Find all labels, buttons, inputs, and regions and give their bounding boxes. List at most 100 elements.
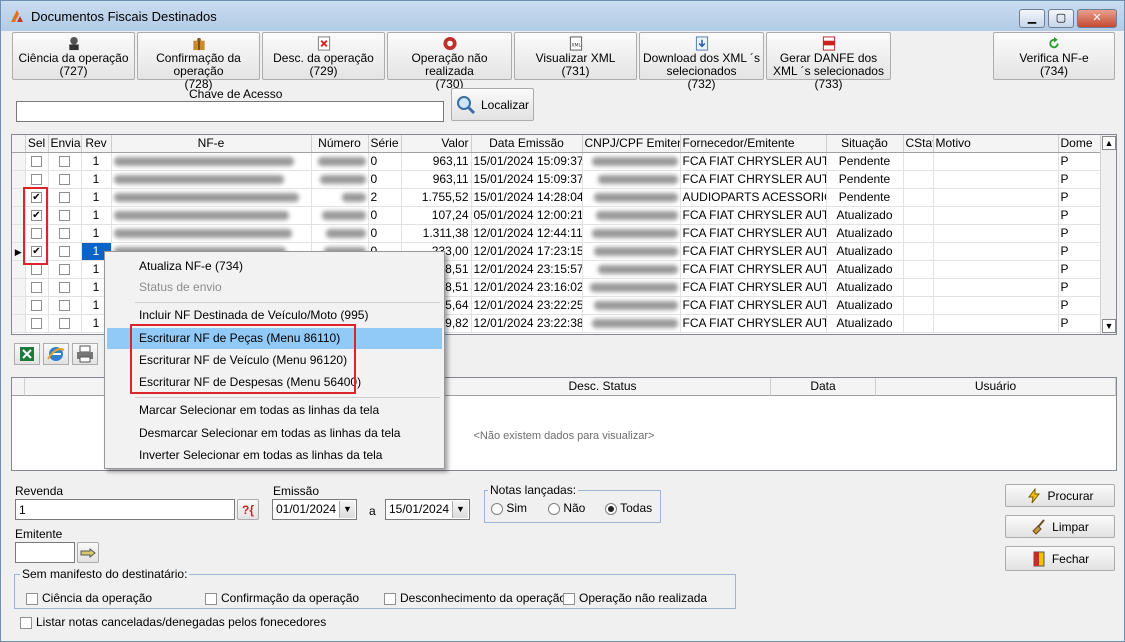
col-header[interactable]: Motivo <box>933 135 1059 153</box>
gerar-danfe-button[interactable]: Gerar DANFE dos XML ´s selecionados (733… <box>766 32 891 91</box>
sel-checkbox[interactable] <box>31 264 42 276</box>
revenda-input[interactable] <box>15 499 235 520</box>
col-header[interactable]: Valor <box>401 135 472 153</box>
manifesto-ciencia-checkbox[interactable]: Ciência da operação <box>26 591 152 605</box>
minimize-button[interactable]: ▁ <box>1019 9 1045 28</box>
enviar-cell[interactable] <box>48 314 82 333</box>
sel-cell[interactable] <box>25 170 49 189</box>
col-header[interactable]: CStat <box>903 135 934 153</box>
enviar-cell[interactable] <box>48 188 82 207</box>
manifesto-nao-realizada-checkbox[interactable]: Operação não realizada <box>563 591 707 605</box>
cnpj-cell <box>582 188 681 207</box>
table-row[interactable]: ✔ 1 0 107,24 05/01/2024 12:00:21 FCA FIAT CHR… <box>12 206 1103 225</box>
enviar-checkbox[interactable] <box>59 318 70 330</box>
sel-cell[interactable] <box>25 296 49 315</box>
menu-item-inverter-selecao[interactable]: Inverter Selecionar em todas as linhas d… <box>107 445 442 466</box>
visualizar-xml-button[interactable]: XML Visualizar XML (731) <box>514 32 637 80</box>
emitente-lookup-button[interactable] <box>77 542 99 563</box>
enviar-checkbox[interactable] <box>59 264 70 276</box>
sel-checkbox[interactable] <box>31 156 42 168</box>
col-header[interactable]: Rev <box>81 135 112 153</box>
data-emissao-cell: 12/01/2024 23:15:57 <box>471 260 583 279</box>
menu-item-marcar-todas[interactable]: Marcar Selecionar em todas as linhas da … <box>107 400 442 421</box>
revenda-lookup-button[interactable]: ?{ <box>237 499 259 520</box>
limpar-button[interactable]: Limpar <box>1005 515 1115 538</box>
table-row[interactable]: 1 0 963,11 15/01/2024 15:09:37 FCA FIAT CHRY… <box>12 170 1103 189</box>
enviar-checkbox[interactable] <box>59 246 70 258</box>
scroll-down-arrow-icon[interactable]: ▼ <box>1102 319 1116 333</box>
emitente-input[interactable] <box>15 542 75 563</box>
table-row[interactable]: 1 0 1.311,38 12/01/2024 12:44:11 FCA FIAT CH… <box>12 224 1103 243</box>
fechar-button[interactable]: Fechar <box>1005 546 1115 571</box>
col-header[interactable]: Número <box>311 135 369 153</box>
menu-item-atualiza-nfe[interactable]: Atualiza NF-e (734) <box>107 256 442 277</box>
col-header[interactable]: Enviar <box>48 135 82 153</box>
scroll-up-arrow-icon[interactable]: ▲ <box>1102 136 1116 150</box>
enviar-cell[interactable] <box>48 242 82 261</box>
listar-canceladas-checkbox[interactable]: Listar notas canceladas/denegadas pelos … <box>20 615 326 629</box>
col-header[interactable]: Fornecedor/Emitente <box>680 135 827 153</box>
sel-checkbox[interactable] <box>31 318 42 330</box>
enviar-cell[interactable] <box>48 224 82 243</box>
print-button[interactable] <box>72 343 98 365</box>
enviar-checkbox[interactable] <box>59 282 70 294</box>
menu-item-desmarcar-todas[interactable]: Desmarcar Selecionar em todas as linhas … <box>107 423 442 444</box>
data-emissao-cell: 12/01/2024 23:22:25 <box>471 296 583 315</box>
chave-acesso-input[interactable] <box>16 101 444 122</box>
download-xml-button[interactable]: Download dos XML ´s selecionados (732) <box>639 32 764 91</box>
enviar-cell[interactable] <box>48 260 82 279</box>
sel-cell[interactable] <box>25 152 49 171</box>
col-header[interactable]: Data Emissão <box>471 135 583 153</box>
enviar-cell[interactable] <box>48 170 82 189</box>
enviar-cell[interactable] <box>48 152 82 171</box>
procurar-button[interactable]: Procurar <box>1005 484 1115 507</box>
localizar-button[interactable]: Localizar <box>451 88 534 121</box>
export-excel-button[interactable] <box>14 343 40 365</box>
col-header[interactable]: Série <box>368 135 402 153</box>
table-row[interactable]: 1 0 963,11 15/01/2024 15:09:37 FCA FIAT CHRY… <box>12 152 1103 171</box>
col-header[interactable]: CNPJ/CPF Emitente <box>582 135 681 153</box>
emissao-from-select[interactable]: 01/01/2024 ▼ <box>272 499 357 520</box>
maximize-button[interactable]: ▢ <box>1048 9 1074 28</box>
sel-checkbox[interactable] <box>31 300 42 312</box>
radio-nao[interactable]: Não <box>548 501 585 515</box>
col-header[interactable]: Sel <box>25 135 49 153</box>
sel-checkbox[interactable] <box>31 282 42 294</box>
operacao-nao-realizada-button[interactable]: Operação não realizada (730) <box>387 32 512 91</box>
desc-operacao-button[interactable]: Desc. da operação (729) <box>262 32 385 80</box>
close-button[interactable]: ✕ <box>1077 9 1117 28</box>
sel-cell[interactable] <box>25 314 49 333</box>
enviar-cell[interactable] <box>48 296 82 315</box>
ciencia-operacao-button[interactable]: Ciência da operação (727) <box>12 32 135 80</box>
table-row[interactable]: ✔ 1 2 1.755,52 15/01/2024 14:28:04 AUDIOPARTS… <box>12 188 1103 207</box>
confirmacao-operacao-button[interactable]: Confirmação da operação (728) <box>137 32 260 91</box>
enviar-checkbox[interactable] <box>59 210 70 222</box>
sel-checkbox[interactable] <box>31 174 42 186</box>
enviar-checkbox[interactable] <box>59 192 70 204</box>
manifesto-confirmacao-checkbox[interactable]: Confirmação da operação <box>205 591 359 605</box>
enviar-cell[interactable] <box>48 206 82 225</box>
verifica-nfe-button[interactable]: Verifica NF-e (734) <box>993 32 1115 80</box>
col-header[interactable]: Desc. Status <box>435 378 771 396</box>
radio-todas[interactable]: Todas <box>605 501 652 515</box>
emissao-to-select[interactable]: 15/01/2024 ▼ <box>385 499 470 520</box>
radio-sim[interactable]: Sim <box>491 501 527 515</box>
enviar-checkbox[interactable] <box>59 174 70 186</box>
menu-item-incluir-nf-veiculo[interactable]: Incluir NF Destinada de Veículo/Moto (99… <box>107 305 442 326</box>
manifesto-desconhecimento-checkbox[interactable]: Desconhecimento da operação <box>384 591 566 605</box>
col-header[interactable]: Data <box>771 378 876 396</box>
enviar-checkbox[interactable] <box>59 156 70 168</box>
col-header[interactable]: NF-e <box>111 135 312 153</box>
col-header[interactable]: Usuário <box>876 378 1116 396</box>
situacao-cell: Atualizado <box>826 314 904 333</box>
grid-vertical-scrollbar[interactable]: ▲ ▼ <box>1100 135 1116 334</box>
enviar-checkbox[interactable] <box>59 228 70 240</box>
export-web-button[interactable] <box>43 343 69 365</box>
enviar-cell[interactable] <box>48 278 82 297</box>
redacted-numero <box>325 229 366 239</box>
col-header[interactable]: Situação <box>826 135 904 153</box>
enviar-checkbox[interactable] <box>59 300 70 312</box>
sel-cell[interactable] <box>25 278 49 297</box>
data-emissao-cell: 15/01/2024 14:28:04 <box>471 188 583 207</box>
col-header[interactable]: Dome <box>1058 135 1103 153</box>
